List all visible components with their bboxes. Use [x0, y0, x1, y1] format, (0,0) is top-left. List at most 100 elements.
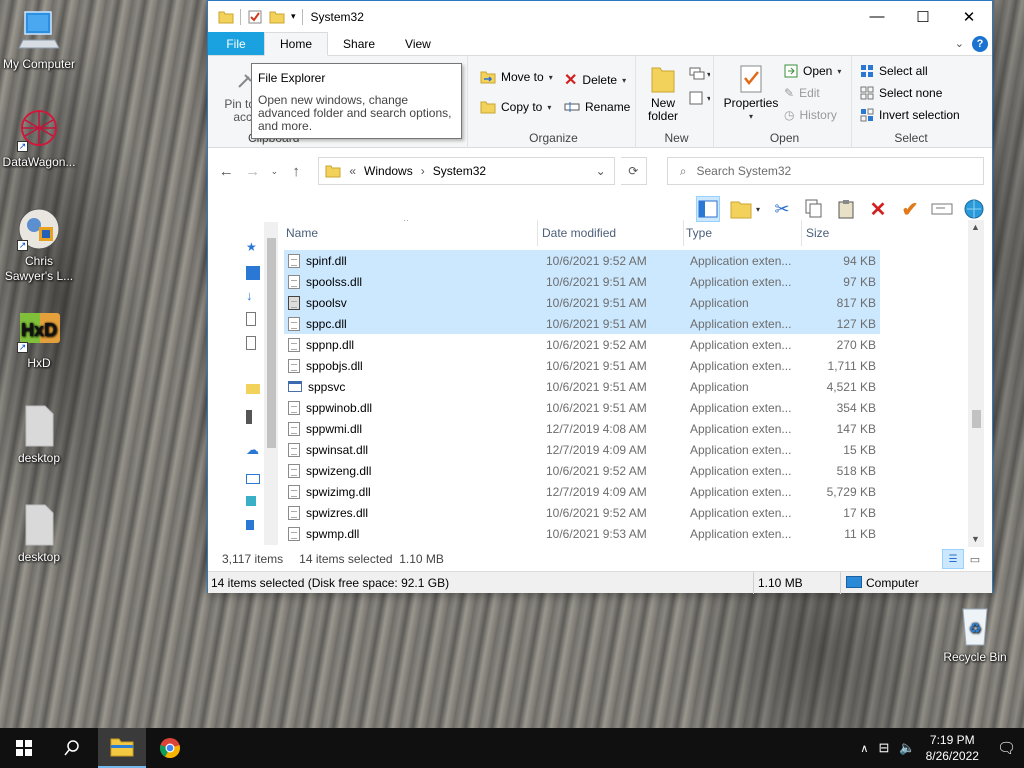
address-dropdown-icon[interactable]: ⌄ — [596, 164, 606, 178]
paste-icon[interactable] — [834, 196, 858, 222]
invert-selection-button[interactable]: Invert selection — [860, 108, 960, 122]
scroll-up-icon[interactable]: ▲ — [971, 222, 980, 232]
tab-view[interactable]: View — [390, 32, 446, 55]
help-icon[interactable]: ? — [972, 35, 988, 52]
tab-home[interactable]: Home — [264, 32, 329, 56]
recent-locations-button[interactable]: ⌄ — [269, 160, 280, 182]
desktop-icon-desktop-2[interactable]: desktop — [1, 503, 77, 565]
search-button[interactable] — [48, 728, 96, 768]
new-folder-icon[interactable] — [269, 10, 285, 24]
chevron-down-icon[interactable]: ▾ — [291, 11, 296, 22]
this-pc-icon[interactable] — [246, 474, 260, 484]
desktop-icon-my-computer[interactable]: My Computer — [1, 10, 77, 72]
up-button[interactable]: ↑ — [286, 160, 306, 182]
table-row[interactable]: spoolss.dll 10/6/2021 9:51 AM Application … — [284, 271, 880, 292]
open-button[interactable]: Open ▾ — [784, 64, 841, 78]
desktop-nav-icon[interactable] — [246, 266, 260, 280]
title-bar[interactable]: ▾ System32 — ☐ ✕ — [208, 1, 992, 32]
close-button[interactable]: ✕ — [946, 2, 992, 32]
properties-check-icon[interactable] — [247, 9, 263, 25]
chevron-down-icon[interactable]: ⌄ — [955, 37, 964, 50]
desktop-icon-chris-sawyer[interactable]: ↗ Chris Sawyer's L... — [1, 207, 77, 284]
delete-icon[interactable]: ✕ — [866, 196, 890, 222]
table-row[interactable]: sppwmi.dll 12/7/2019 4:08 AM Application e… — [284, 418, 880, 439]
show-hidden-icons-icon[interactable]: ∧ — [860, 742, 868, 755]
folder-nav-icon-2[interactable] — [246, 410, 252, 424]
cut-icon[interactable]: ✂ — [770, 196, 794, 222]
clock[interactable]: 7:19 PM 8/26/2022 — [926, 732, 979, 764]
taskbar-chrome[interactable] — [146, 728, 194, 768]
rename-button[interactable]: Rename — [564, 100, 630, 114]
taskbar-file-explorer[interactable] — [98, 728, 146, 768]
refresh-button[interactable]: ⟳ — [620, 157, 647, 185]
notifications-icon[interactable]: 🗨 — [997, 739, 1016, 757]
volume-icon[interactable]: 🔈 — [899, 740, 915, 756]
drive-nav-icon[interactable] — [246, 496, 256, 506]
file-explorer-window[interactable]: ▾ System32 — ☐ ✕ File Home Share View ⌄ … — [207, 0, 993, 594]
select-none-button[interactable]: Select none — [860, 86, 942, 100]
address-bar[interactable]: « Windows › System32 ⌄ — [318, 157, 615, 185]
table-row[interactable]: spoolsv 10/6/2021 9:51 AM Application 817 K… — [284, 292, 880, 313]
table-row[interactable]: sppwinob.dll 10/6/2021 9:51 AM Application… — [284, 397, 880, 418]
table-row[interactable]: spwizres.dll 10/6/2021 9:52 AM Application… — [284, 502, 880, 523]
onedrive-icon[interactable]: ☁ — [246, 442, 260, 457]
tab-share[interactable]: Share — [328, 32, 390, 55]
file-list-scrollbar-thumb[interactable] — [972, 410, 981, 428]
table-row[interactable]: spwizimg.dll 12/7/2019 4:09 AM Application… — [284, 481, 880, 502]
view-folder-icon[interactable]: ▾ — [728, 196, 762, 222]
delete-button[interactable]: ✕ Delete ▾ — [564, 70, 626, 90]
easy-access-icon[interactable]: ▾ — [688, 90, 710, 108]
navigation-scrollbar-thumb[interactable] — [267, 238, 276, 448]
new-item-icon[interactable]: ▾ — [688, 66, 710, 84]
table-row-partial[interactable] — [284, 236, 880, 246]
maximize-button[interactable]: ☐ — [900, 2, 946, 32]
edit-button[interactable]: ✎ Edit — [784, 86, 820, 100]
table-row[interactable]: spwinsat.dll 12/7/2019 4:09 AM Application… — [284, 439, 880, 460]
preview-pane-icon[interactable] — [696, 196, 720, 222]
table-row[interactable]: sppsvc 10/6/2021 9:51 AM Application 4,521 … — [284, 376, 880, 397]
quick-access-pin-icon[interactable]: ★ — [246, 240, 260, 254]
copy-icon[interactable] — [802, 196, 826, 222]
table-row[interactable]: sppobjs.dll 10/6/2021 9:51 AM Application … — [284, 355, 880, 376]
desktop-icon-desktop-1[interactable]: desktop — [1, 404, 77, 466]
table-row[interactable]: spinf.dll 10/6/2021 9:52 AM Application ex… — [284, 250, 880, 271]
table-row[interactable]: sppc.dll 10/6/2021 9:51 AM Application ext… — [284, 313, 880, 334]
tab-file[interactable]: File — [208, 32, 264, 55]
table-row[interactable]: sppnp.dll 10/6/2021 9:52 AM Application ex… — [284, 334, 880, 355]
globe-icon[interactable] — [962, 196, 986, 222]
forward-button[interactable]: → — [242, 160, 262, 182]
back-button[interactable]: ← — [216, 160, 236, 182]
minimize-button[interactable]: — — [854, 2, 900, 32]
history-button[interactable]: ◷ History — [784, 108, 837, 122]
breadcrumb-overflow[interactable]: « — [349, 164, 356, 178]
folder-nav-icon[interactable] — [246, 384, 260, 394]
new-folder-button[interactable]: New folder — [644, 64, 682, 123]
details-view-icon[interactable]: ☰ — [942, 549, 964, 569]
file-list[interactable]: Name ^ Date modified Type Size spinf.dll… — [284, 220, 984, 547]
start-button[interactable] — [0, 728, 48, 768]
desktop-icon-recycle-bin[interactable]: ♻ Recycle Bin — [937, 603, 1013, 665]
breadcrumb-windows[interactable]: Windows — [364, 164, 413, 178]
documents-nav-icon[interactable] — [246, 312, 256, 326]
pictures-nav-icon[interactable] — [246, 336, 256, 350]
move-to-button[interactable]: Move to ▾ — [480, 70, 553, 84]
search-box[interactable]: ⌕ Search System32 — [666, 157, 984, 185]
network-icon[interactable]: ⊟ — [878, 740, 889, 756]
rename-icon[interactable] — [930, 196, 954, 222]
system-tray: ∧ ⊟ 🔈 7:19 PM 8/26/2022 🗨 — [860, 732, 1024, 764]
select-all-button[interactable]: Select all — [860, 64, 928, 78]
large-icons-view-icon[interactable]: ▭ — [964, 549, 986, 569]
desktop-icon-hxd[interactable]: HxD ↗ HxD — [1, 309, 77, 371]
drive-nav-icon-2[interactable] — [246, 520, 254, 530]
desktop-icon-datawagon[interactable]: ↗ DataWagon... — [1, 108, 77, 170]
downloads-nav-icon[interactable]: ↓ — [246, 288, 260, 303]
file-list-scrollbar[interactable]: ▲ ▼ — [968, 220, 984, 547]
table-row[interactable]: spwmp.dll 10/6/2021 9:53 AM Application ex… — [284, 523, 880, 544]
breadcrumb-system32[interactable]: System32 — [433, 164, 486, 178]
table-row[interactable]: spwizeng.dll 10/6/2021 9:52 AM Application… — [284, 460, 880, 481]
navigation-pane[interactable]: ★ ↓ ☁ — [222, 220, 278, 547]
copy-to-button[interactable]: Copy to ▾ — [480, 100, 551, 114]
scroll-down-icon[interactable]: ▼ — [971, 534, 980, 544]
properties-button[interactable]: Properties ▾ — [722, 64, 780, 123]
check-icon[interactable]: ✔ — [898, 196, 922, 222]
